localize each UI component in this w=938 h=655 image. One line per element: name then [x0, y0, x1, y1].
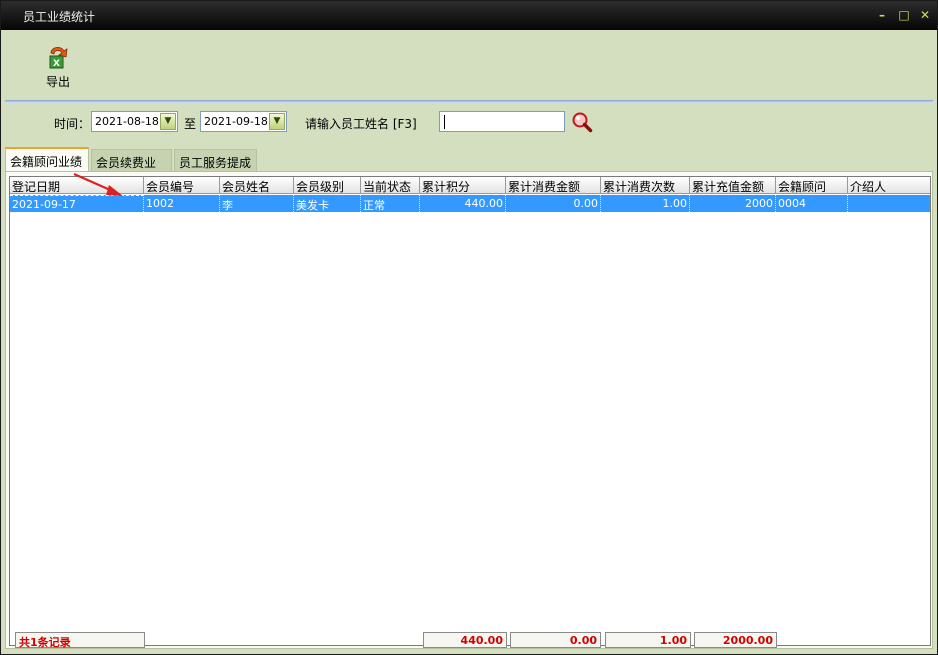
cell-status: 正常	[361, 195, 420, 212]
export-button[interactable]: X 导出	[35, 41, 81, 91]
app-window: 员工业绩统计 – □ ✕ X 导出 时间： 2021-08-18 ▼ 至 202…	[0, 0, 938, 655]
tab-service-commission[interactable]: 员工服务提成	[174, 149, 257, 171]
date-to-picker[interactable]: 2021-09-18 ▼	[200, 111, 287, 132]
cell-total-spend: 0.00	[506, 195, 601, 212]
data-grid[interactable]: 登记日期 会员编号 会员姓名 会员级别 当前状态 累计积分 累计消费金额 累计消…	[9, 176, 933, 649]
tab-renewal[interactable]: 会员续费业绩	[91, 149, 172, 187]
time-label: 时间：	[54, 117, 91, 131]
summary-footer: 共1条记录 440.00 0.00 1.00 2000.00	[13, 631, 933, 649]
cell-member-name: 李	[220, 195, 294, 212]
to-label: 至	[184, 117, 197, 131]
cell-total-recharge: 2000	[690, 195, 776, 212]
employee-name-label: 请输入员工姓名 [F3]	[305, 117, 417, 131]
col-total-visits[interactable]: 累计消费次数	[601, 177, 690, 194]
total-points: 440.00	[423, 632, 507, 648]
col-total-points[interactable]: 累计积分	[420, 177, 506, 194]
col-total-spend[interactable]: 累计消费金额	[506, 177, 601, 194]
text-caret	[444, 114, 445, 129]
col-member-id[interactable]: 会员编号	[144, 177, 220, 194]
col-member-level[interactable]: 会员级别	[294, 177, 361, 194]
col-total-recharge[interactable]: 累计充值金额	[690, 177, 776, 194]
col-member-name[interactable]: 会员姓名	[220, 177, 294, 194]
chevron-down-icon[interactable]: ▼	[160, 113, 176, 130]
col-referrer[interactable]: 介绍人	[848, 177, 930, 194]
cell-total-visits: 1.00	[601, 195, 690, 212]
date-from-value: 2021-08-18	[95, 115, 159, 128]
col-status[interactable]: 当前状态	[361, 177, 420, 194]
table-row[interactable]: 2021-09-17 1002 李 美发卡 正常 440.00 0.00 1.0…	[10, 195, 930, 212]
total-spend: 0.00	[510, 632, 601, 648]
search-icon[interactable]	[571, 111, 593, 133]
chevron-down-icon[interactable]: ▼	[269, 113, 285, 130]
date-from-picker[interactable]: 2021-08-18 ▼	[91, 111, 178, 132]
cell-total-points: 440.00	[420, 195, 506, 212]
date-to-value: 2021-09-18	[204, 115, 268, 128]
total-visits: 1.00	[605, 632, 691, 648]
filter-bar: 时间： 2021-08-18 ▼ 至 2021-09-18 ▼ 请输入员工姓名 …	[5, 105, 933, 145]
export-label: 导出	[45, 75, 70, 89]
employee-name-input[interactable]	[439, 111, 565, 132]
minimize-button[interactable]: –	[875, 8, 889, 22]
svg-text:X: X	[53, 59, 60, 69]
total-recharge: 2000.00	[694, 632, 777, 648]
tab-panel: 登记日期 会员编号 会员姓名 会员级别 当前状态 累计积分 累计消费金额 累计消…	[5, 171, 933, 649]
grid-header: 登记日期 会员编号 会员姓名 会员级别 当前状态 累计积分 累计消费金额 累计消…	[10, 177, 930, 194]
record-count: 共1条记录	[15, 632, 145, 649]
toolbar-separator	[5, 100, 933, 103]
close-button[interactable]: ✕	[918, 8, 932, 22]
tab-membership-advisor[interactable]: 会籍顾问业绩	[5, 147, 89, 172]
export-excel-icon: X	[49, 47, 68, 69]
red-arrow-annotation	[73, 172, 123, 196]
cell-advisor: 0004	[776, 195, 848, 212]
toolbar: X 导出	[5, 31, 933, 101]
window-title: 员工业绩统计	[23, 10, 96, 24]
cell-member-level: 美发卡	[294, 195, 361, 212]
cell-referrer	[848, 195, 930, 212]
maximize-button[interactable]: □	[897, 8, 911, 22]
title-bar[interactable]: 员工业绩统计 – □ ✕	[1, 1, 937, 30]
cell-member-id: 1002	[144, 195, 220, 212]
col-advisor[interactable]: 会籍顾问	[776, 177, 848, 194]
